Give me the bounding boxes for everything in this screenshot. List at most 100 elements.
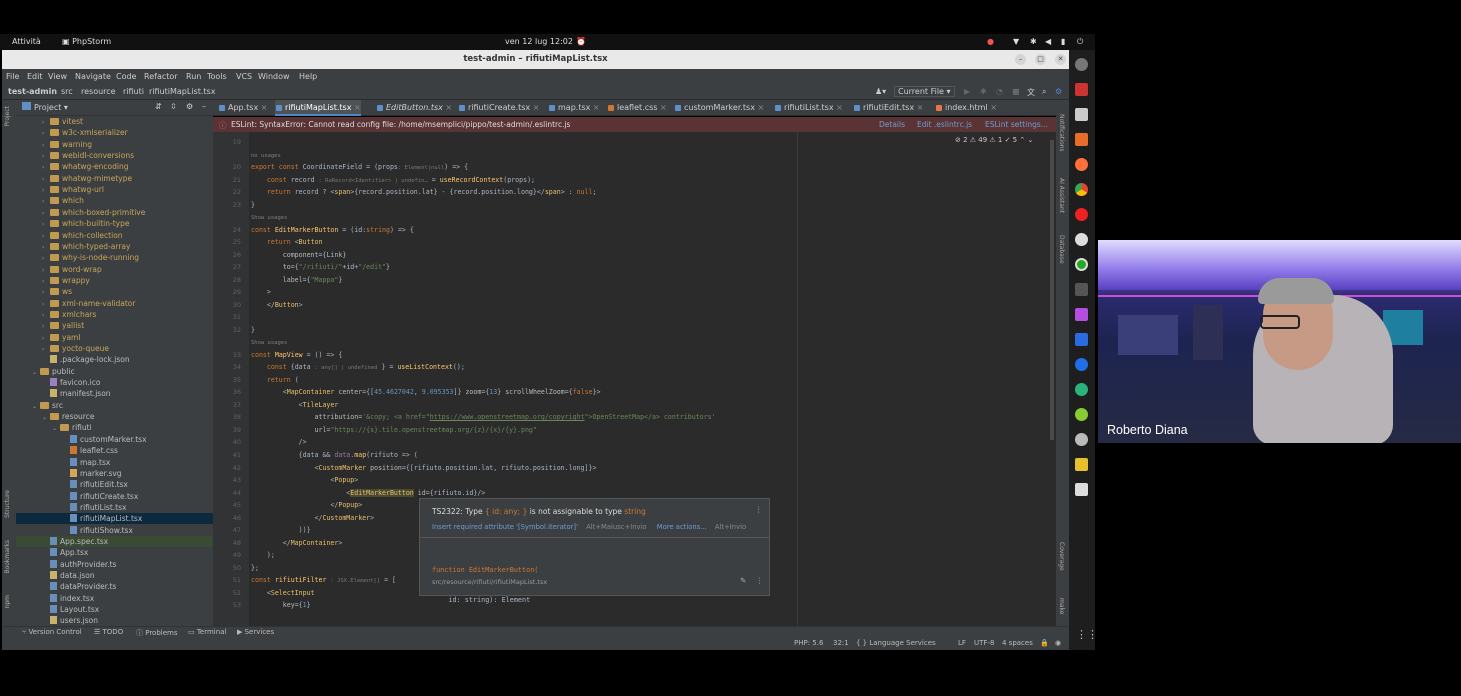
code-line[interactable]: Show usages <box>251 213 287 221</box>
code-line[interactable]: <Popup> <box>251 476 358 484</box>
code-line[interactable]: ))} <box>251 526 311 534</box>
close-tab-icon[interactable]: × <box>657 103 667 112</box>
tray-icon[interactable]: ● <box>987 37 994 46</box>
expand-arrow-icon[interactable]: › <box>42 287 50 298</box>
menu-refactor[interactable]: Refactor <box>144 72 178 81</box>
dock-app3-icon[interactable] <box>1075 358 1088 371</box>
expand-arrow-icon[interactable]: › <box>42 242 50 253</box>
make-tool-button[interactable]: make <box>1058 598 1065 614</box>
memory-icon[interactable]: ◉ <box>1055 639 1061 647</box>
cursor-position[interactable]: 32:1 <box>833 639 849 647</box>
breadcrumb-rifiuti[interactable]: rifiuti <box>123 87 144 96</box>
expand-arrow-icon[interactable]: › <box>42 299 50 310</box>
menu-view[interactable]: View <box>48 72 67 81</box>
breadcrumb-resource[interactable]: resource <box>81 87 116 96</box>
language-services[interactable]: { } Language Services <box>856 639 936 647</box>
dock-obs-icon[interactable] <box>1075 233 1088 246</box>
expand-arrow-icon[interactable]: › <box>42 128 50 139</box>
ai-assistant-tool-button[interactable]: AI Assistant <box>1058 178 1065 213</box>
dock-opera-icon[interactable] <box>1075 208 1088 221</box>
code-line[interactable]: > <box>251 288 271 296</box>
eslint-edit-link[interactable]: Edit .eslintrc.js <box>917 120 972 129</box>
code-line[interactable]: Show usages <box>251 338 287 346</box>
editor-tab[interactable]: rifiutiCreate.tsx × <box>458 100 539 116</box>
expand-arrow-icon[interactable]: › <box>42 310 50 321</box>
tree-folder[interactable]: › warning <box>16 139 213 150</box>
expand-arrow-icon[interactable]: › <box>42 140 50 151</box>
dock-app2-icon[interactable] <box>1075 258 1088 271</box>
expand-arrow-icon[interactable]: › <box>42 333 50 344</box>
code-line[interactable]: <CustomMarker position={[rifiuto.positio… <box>251 464 597 472</box>
tree-file[interactable]: users.json <box>16 615 213 626</box>
dock-firefox-icon[interactable] <box>1075 158 1088 171</box>
dock-app6-icon[interactable] <box>1075 433 1088 446</box>
project-tool-button[interactable]: Project <box>4 106 11 127</box>
close-tab-icon[interactable]: × <box>914 103 924 112</box>
problems-tool[interactable]: ⓘ Problems <box>136 628 178 638</box>
expand-arrow-icon[interactable]: ⌄ <box>52 423 60 434</box>
code-line[interactable]: return record ? <span>{record.position.l… <box>251 188 597 196</box>
code-line[interactable]: const {data : any[] | undefined } = useL… <box>251 363 465 371</box>
tree-file[interactable]: rifiutiCreate.tsx <box>16 491 213 502</box>
coverage-tool-button[interactable]: Coverage <box>1058 542 1065 571</box>
dock-app4-icon[interactable] <box>1075 383 1088 396</box>
volume-icon[interactable]: ◀ <box>1045 37 1051 46</box>
code-line[interactable]: <EditMarkerButton id={rifiuto.id}/> <box>251 488 485 497</box>
battery-icon[interactable]: ▮ <box>1061 37 1065 46</box>
editor-scrollbar[interactable] <box>1050 140 1054 440</box>
code-line[interactable]: }; <box>251 564 259 572</box>
code-line[interactable]: <TileLayer <box>251 401 339 409</box>
tree-folder[interactable]: › which <box>16 195 213 206</box>
tree-folder[interactable]: › yallist <box>16 320 213 331</box>
code-line[interactable]: </Popup> <box>251 501 362 509</box>
tree-folder[interactable]: › which-typed-array <box>16 241 213 252</box>
clock[interactable]: ven 12 lug 12:02 <box>505 37 573 46</box>
menu-window[interactable]: Window <box>258 72 290 81</box>
close-tab-icon[interactable]: × <box>443 103 452 112</box>
close-tab-icon[interactable]: × <box>351 103 361 112</box>
debug-icon[interactable]: ✱ <box>980 87 987 96</box>
editor-tab[interactable]: rifiutiEdit.tsx × <box>853 100 923 116</box>
tree-folder[interactable]: › whatwg-encoding <box>16 161 213 172</box>
tree-folder[interactable]: › yocto-queue <box>16 343 213 354</box>
expand-arrow-icon[interactable]: ⌄ <box>42 412 50 423</box>
tree-folder[interactable]: › ws <box>16 286 213 297</box>
tree-folder[interactable]: › webidl-conversions <box>16 150 213 161</box>
collapse-all-icon[interactable]: ⇵ <box>155 102 162 111</box>
menu-help[interactable]: Help <box>299 72 317 81</box>
tree-file[interactable]: Layout.tsx <box>16 604 213 615</box>
line-separator[interactable]: LF <box>958 639 966 647</box>
code-line[interactable]: </CustomMarker> <box>251 514 375 522</box>
show-apps-icon[interactable]: ⋮⋮ <box>1076 628 1098 641</box>
dock-files-icon[interactable] <box>1075 108 1088 121</box>
popup-menu-icon[interactable]: ⋮ <box>756 576 764 585</box>
structure-tool-button[interactable]: Structure <box>4 490 11 518</box>
editor-tab[interactable]: rifiutiList.tsx × <box>774 100 843 116</box>
settings-icon[interactable]: ⚙ <box>1055 87 1062 96</box>
expand-arrow-icon[interactable]: ⌄ <box>32 401 40 412</box>
dock-chrome-icon[interactable] <box>1075 183 1088 196</box>
tree-folder[interactable]: › w3c-xmlserializer <box>16 127 213 138</box>
code-line[interactable]: </MapContainer> <box>251 539 343 547</box>
tree-file[interactable]: App.tsx <box>16 547 213 558</box>
expand-all-icon[interactable]: ⇳ <box>170 102 177 111</box>
tree-folder[interactable]: › xmlchars <box>16 309 213 320</box>
eslint-details-link[interactable]: Details <box>879 120 905 129</box>
dock-software-icon[interactable] <box>1075 133 1088 146</box>
code-line[interactable]: return <Button <box>251 238 323 246</box>
tree-file[interactable]: rifiutiEdit.tsx <box>16 479 213 490</box>
code-line[interactable]: no usages <box>251 151 281 159</box>
code-line[interactable]: attribution='&copy; <a href="https://www… <box>251 413 716 421</box>
expand-arrow-icon[interactable]: › <box>42 231 50 242</box>
npm-tool-button[interactable]: npm <box>4 595 11 608</box>
close-tab-icon[interactable]: × <box>590 103 600 112</box>
eslint-settings-link[interactable]: ESLint settings... <box>985 120 1048 129</box>
insert-attribute-action[interactable]: Insert required attribute '[Symbol.itera… <box>432 523 578 531</box>
tree-folder[interactable]: › yaml <box>16 332 213 343</box>
dock-chromium-icon[interactable] <box>1075 58 1088 71</box>
bookmarks-tool-button[interactable]: Bookmarks <box>4 540 11 574</box>
code-line[interactable]: export const CoordinateField = (props: E… <box>251 163 468 171</box>
expand-arrow-icon[interactable]: › <box>42 117 50 128</box>
code-line[interactable]: return ( <box>251 376 299 384</box>
bluetooth-icon[interactable]: ✱ <box>1030 37 1037 46</box>
